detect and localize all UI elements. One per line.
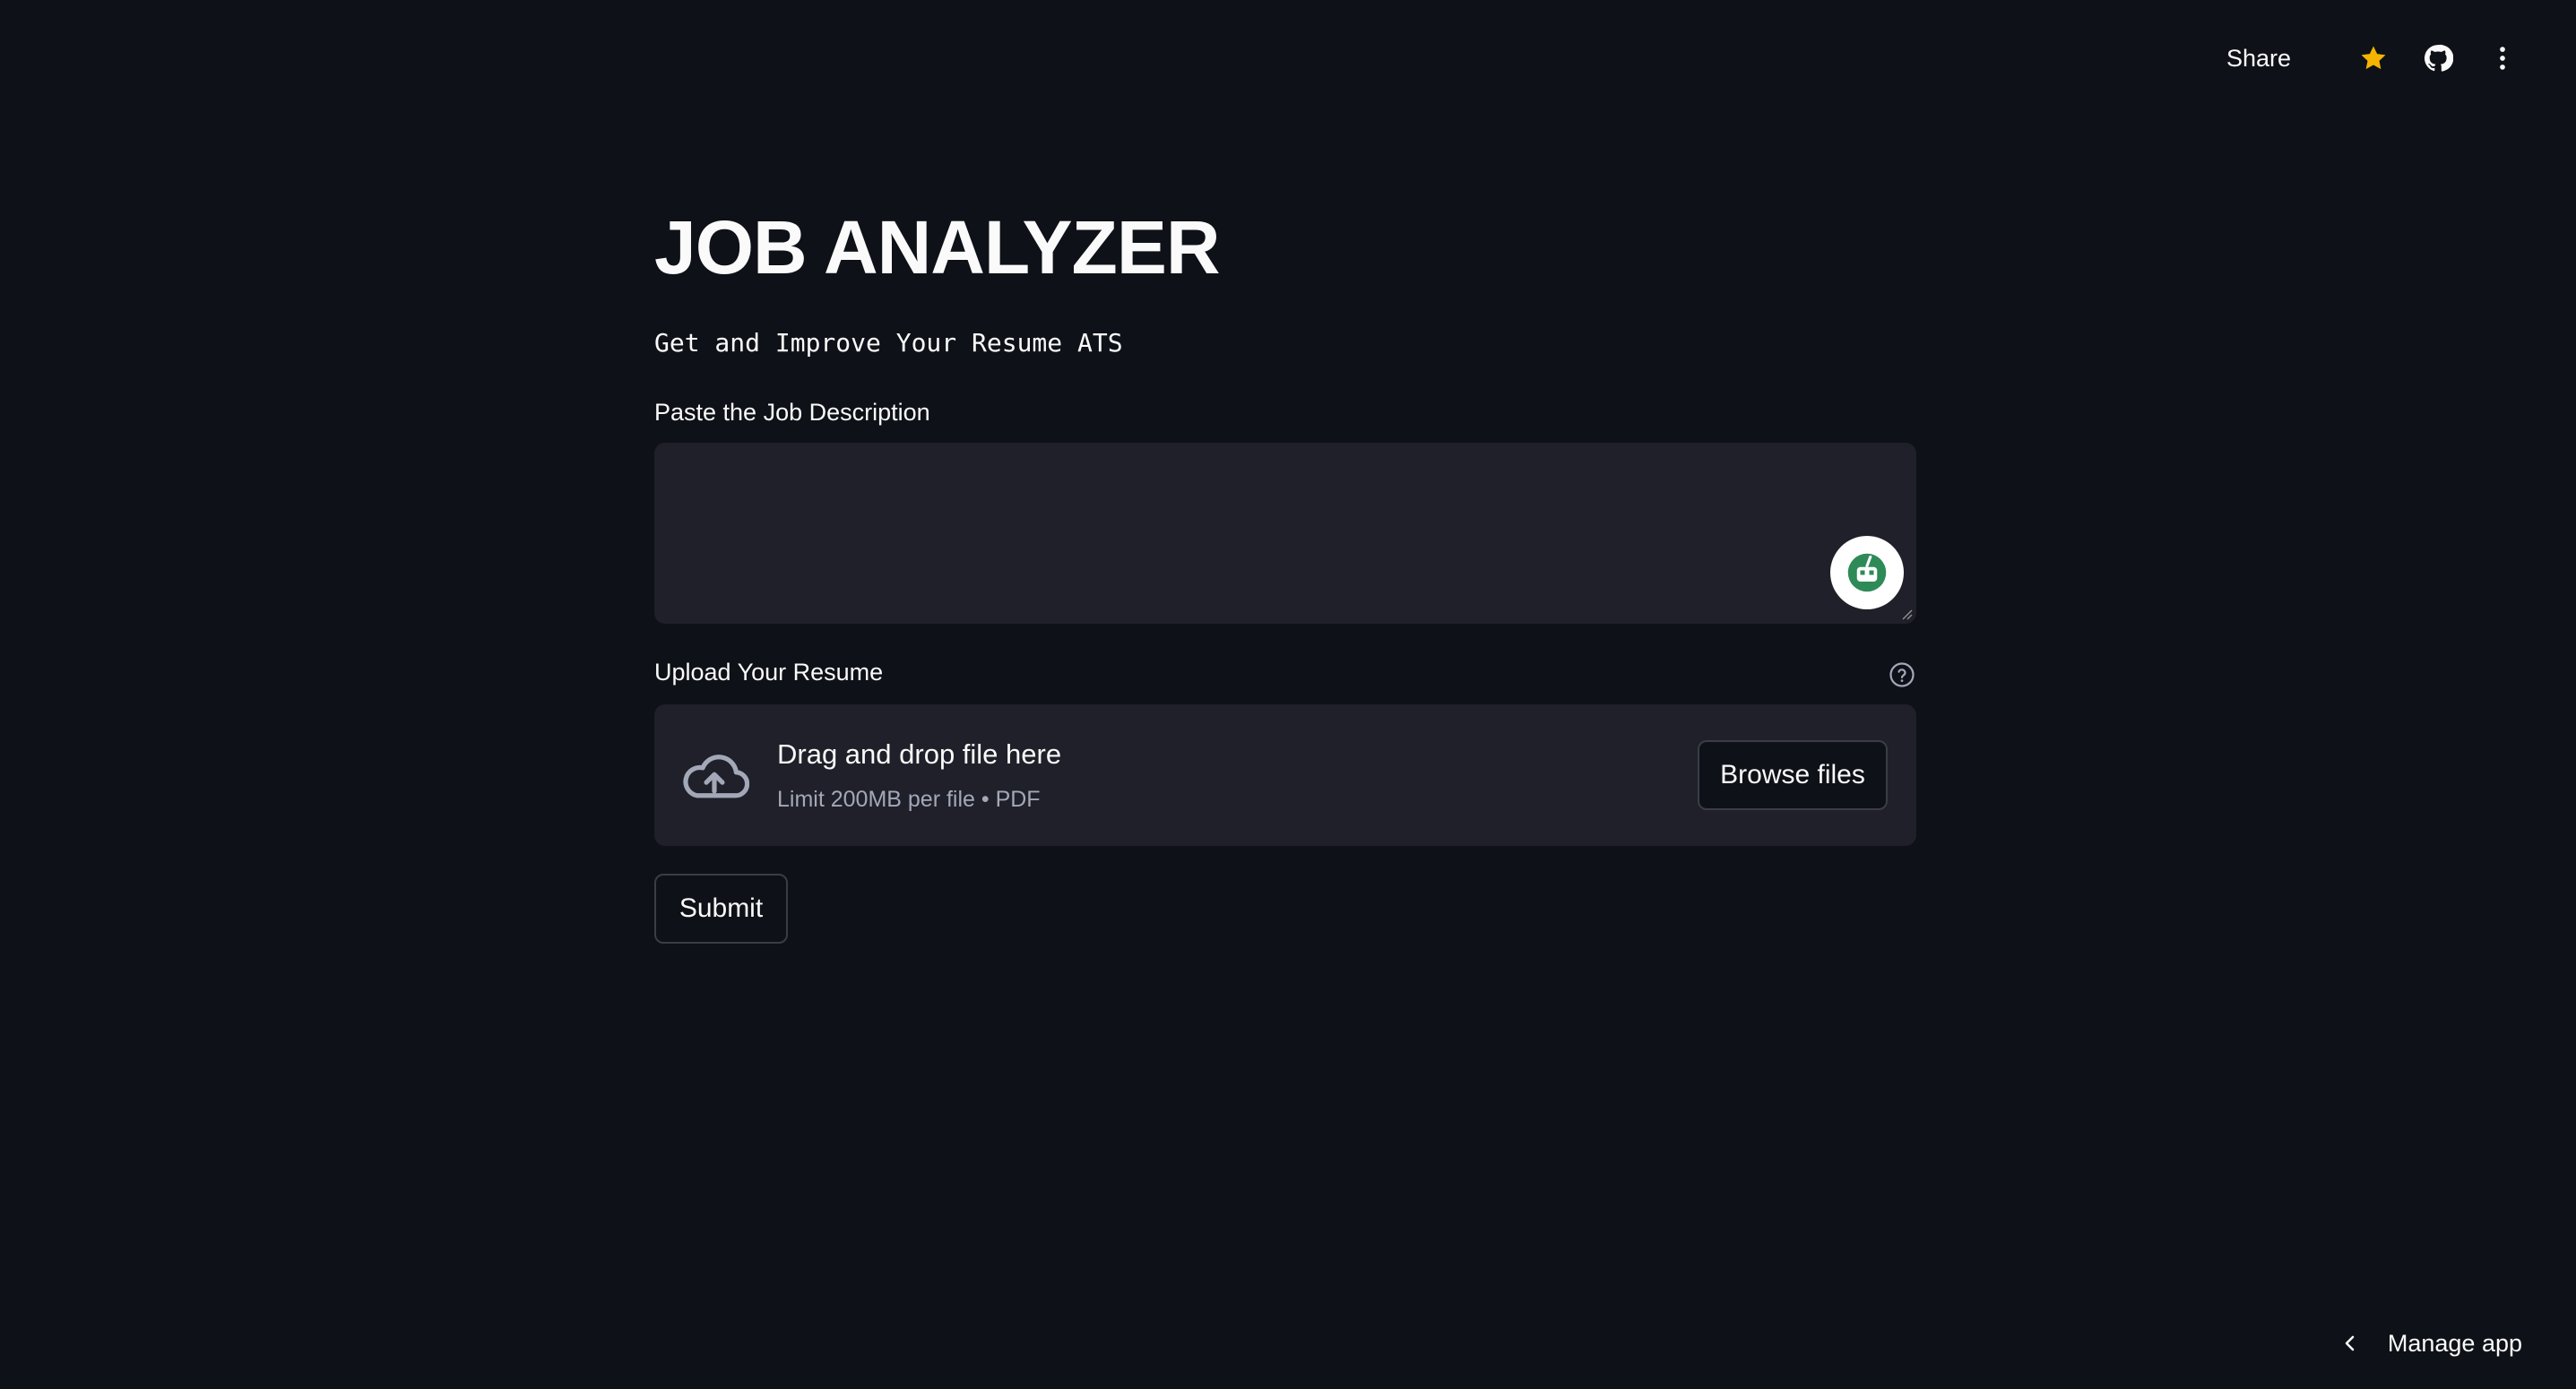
manage-app-label: Manage app <box>2387 1329 2522 1357</box>
header-toolbar: Share <box>2226 36 2520 81</box>
upload-resume-label: Upload Your Resume <box>654 659 884 686</box>
dropzone-limit-text: Limit 200MB per file • PDF <box>777 787 1041 812</box>
job-description-field-container <box>654 443 1916 624</box>
browse-files-button[interactable]: Browse files <box>1698 740 1888 810</box>
more-vertical-icon[interactable] <box>2485 40 2520 76</box>
job-description-textarea[interactable] <box>654 443 1916 624</box>
chevron-left-icon <box>2338 1331 2363 1356</box>
cloud-upload-icon <box>683 755 749 798</box>
job-description-label: Paste the Job Description <box>654 399 930 426</box>
page-subtitle: Get and Improve Your Resume ATS <box>654 328 1123 358</box>
page-title: JOB ANALYZER <box>654 205 1221 289</box>
share-button[interactable]: Share <box>2226 45 2291 73</box>
manage-app-button[interactable]: Manage app <box>2338 1317 2522 1369</box>
resize-handle-icon[interactable] <box>1898 606 1913 620</box>
star-icon[interactable] <box>2356 40 2391 76</box>
github-icon[interactable] <box>2420 40 2456 76</box>
file-dropzone[interactable]: Drag and drop file here Limit 200MB per … <box>654 704 1916 846</box>
submit-button[interactable]: Submit <box>654 874 788 944</box>
grammarly-icon[interactable] <box>1830 536 1904 609</box>
help-icon[interactable] <box>1888 660 1916 689</box>
dropzone-title: Drag and drop file here <box>777 738 1062 770</box>
